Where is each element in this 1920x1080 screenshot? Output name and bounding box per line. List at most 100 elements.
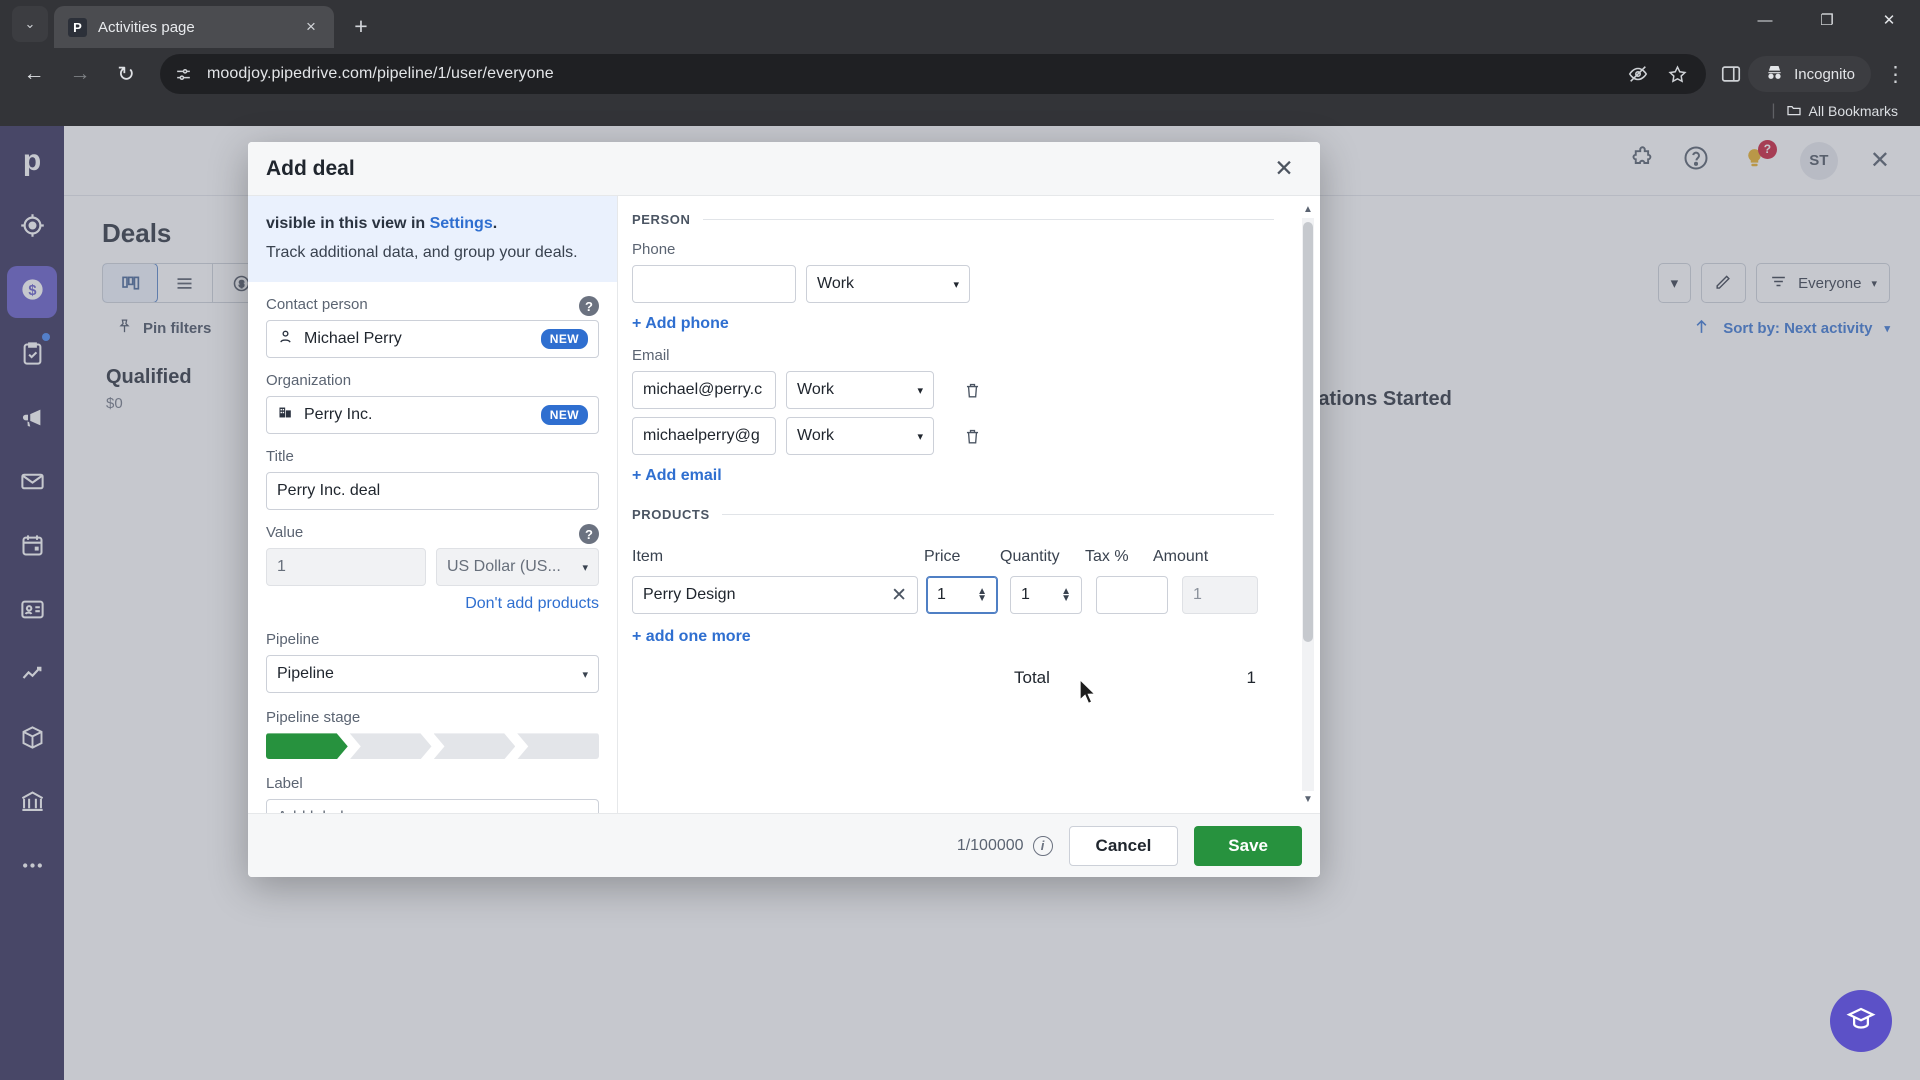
product-quantity-input[interactable]: 1 ▲ ▼ bbox=[1010, 576, 1082, 614]
sidebar-item-campaigns[interactable] bbox=[0, 388, 64, 452]
pipeline-selector[interactable]: ▾ bbox=[1657, 263, 1692, 303]
person-section-title: PERSON bbox=[632, 212, 691, 227]
sidebar-item-activities[interactable] bbox=[0, 324, 64, 388]
tab-close-icon[interactable]: × bbox=[298, 14, 324, 40]
tab-pipeline-view[interactable] bbox=[103, 264, 158, 302]
sidebar-item-calendar[interactable] bbox=[0, 516, 64, 580]
tab-search-button[interactable]: ⌄ bbox=[12, 6, 48, 42]
stage-segment-4[interactable] bbox=[517, 733, 599, 760]
all-bookmarks-item[interactable]: All Bookmarks bbox=[1786, 102, 1898, 121]
email-type-select-2[interactable]: Work ▾ bbox=[786, 417, 934, 455]
edit-pipeline-button[interactable] bbox=[1701, 263, 1747, 303]
clear-item-icon[interactable]: ✕ bbox=[891, 584, 907, 607]
settings-link[interactable]: Settings bbox=[430, 215, 493, 232]
contact-person-help-icon[interactable]: ? bbox=[579, 296, 599, 317]
deal-title-input[interactable]: Perry Inc. deal bbox=[266, 472, 599, 511]
browser-tab[interactable]: P Activities page × bbox=[54, 6, 334, 48]
pipeline-stage-bar[interactable] bbox=[266, 733, 599, 760]
back-icon[interactable]: ← bbox=[14, 54, 54, 94]
trash-icon[interactable] bbox=[960, 427, 984, 446]
stage-segment-2[interactable] bbox=[350, 733, 432, 759]
minimize-button[interactable]: — bbox=[1734, 0, 1796, 40]
window-controls: — ❐ ✕ bbox=[1734, 0, 1920, 48]
quantity-stepper[interactable]: ▲ ▼ bbox=[1061, 587, 1071, 604]
value-help-icon[interactable]: ? bbox=[579, 524, 599, 545]
phone-input[interactable] bbox=[632, 265, 796, 303]
tab-list-view[interactable] bbox=[157, 264, 213, 302]
organization-label: Organization bbox=[266, 372, 352, 390]
contact-person-input[interactable]: Michael Perry NEW bbox=[266, 320, 599, 359]
sidebar-item-leads-inbox[interactable] bbox=[0, 196, 64, 260]
puzzle-icon[interactable] bbox=[1629, 145, 1656, 177]
price-stepper[interactable]: ▲ ▼ bbox=[977, 587, 987, 604]
labels-select[interactable]: Add labels ▾ bbox=[266, 799, 599, 813]
site-settings-icon[interactable] bbox=[174, 65, 193, 84]
tip-banner: visible in this view in Settings. Track … bbox=[248, 196, 617, 283]
phone-type-select[interactable]: Work ▾ bbox=[806, 265, 970, 303]
info-icon[interactable]: i bbox=[1032, 835, 1053, 856]
avatar[interactable]: ST bbox=[1799, 141, 1838, 180]
lightbulb-notification[interactable]: ? bbox=[1736, 139, 1777, 180]
help-circle-icon[interactable] bbox=[1682, 144, 1710, 177]
scroll-up-arrow-icon[interactable]: ▲ bbox=[1302, 204, 1314, 215]
email-input-1[interactable]: michael@perry.c bbox=[632, 371, 776, 409]
value-label: Value bbox=[266, 524, 304, 542]
academy-fab-button[interactable] bbox=[1830, 990, 1892, 1052]
modal-scrollbar[interactable]: ▲ ▼ bbox=[1302, 204, 1314, 805]
sidebar-item-more[interactable] bbox=[0, 836, 64, 900]
pipeline-select[interactable]: Pipeline ▾ bbox=[266, 655, 599, 694]
scrollbar-thumb[interactable] bbox=[1303, 222, 1313, 642]
stage-segment-1[interactable] bbox=[266, 733, 348, 759]
close-panel-icon[interactable]: ✕ bbox=[1870, 146, 1890, 175]
new-tab-button[interactable]: + bbox=[344, 9, 378, 43]
sidebar-item-products[interactable] bbox=[0, 708, 64, 772]
pin-filters-button[interactable]: Pin filters bbox=[116, 318, 211, 339]
product-item-input[interactable]: Perry Design ✕ bbox=[632, 576, 918, 614]
currency-select[interactable]: US Dollar (US... ▾ bbox=[436, 548, 599, 587]
chevron-down-icon: ▾ bbox=[582, 812, 588, 814]
add-phone-link[interactable]: + Add phone bbox=[632, 315, 729, 333]
stage-segment-3[interactable] bbox=[434, 733, 516, 759]
cancel-button[interactable]: Cancel bbox=[1068, 825, 1179, 866]
email-type-select-1[interactable]: Work ▾ bbox=[786, 371, 934, 409]
sidebar-item-deals[interactable]: $ bbox=[0, 260, 64, 324]
close-icon[interactable]: ✕ bbox=[1266, 151, 1302, 187]
organization-input[interactable]: Perry Inc. NEW bbox=[266, 396, 599, 435]
side-panel-icon[interactable] bbox=[1720, 63, 1742, 85]
maximize-button[interactable]: ❐ bbox=[1796, 0, 1858, 40]
email-input-2[interactable]: michaelperry@g bbox=[632, 417, 776, 455]
calendar-icon bbox=[19, 532, 46, 564]
eye-off-icon[interactable] bbox=[1627, 63, 1649, 85]
sidebar-item-contacts[interactable] bbox=[0, 580, 64, 644]
scroll-down-arrow-icon[interactable]: ▼ bbox=[1302, 794, 1314, 805]
product-tax-input[interactable] bbox=[1096, 576, 1168, 614]
product-amount-value: 1 bbox=[1193, 586, 1202, 603]
incognito-indicator[interactable]: Incognito bbox=[1748, 56, 1871, 92]
app-sidebar: p $ bbox=[0, 126, 64, 1080]
address-bar[interactable]: moodjoy.pipedrive.com/pipeline/1/user/ev… bbox=[160, 54, 1707, 94]
reload-icon[interactable]: ↻ bbox=[106, 54, 146, 94]
forward-icon[interactable]: → bbox=[60, 54, 100, 94]
add-one-more-link[interactable]: + add one more bbox=[632, 628, 751, 646]
chart-line-icon bbox=[19, 660, 46, 692]
sidebar-item-insights[interactable] bbox=[0, 644, 64, 708]
sort-by-control[interactable]: Sort by: Next activity ▾ bbox=[1692, 317, 1890, 340]
organization-icon bbox=[277, 404, 294, 426]
character-counter: 1/100000 i bbox=[957, 835, 1053, 856]
kebab-menu-icon[interactable]: ⋮ bbox=[1877, 62, 1906, 87]
star-icon[interactable] bbox=[1667, 64, 1688, 85]
trash-icon[interactable] bbox=[960, 381, 984, 400]
deal-value-input[interactable]: 1 bbox=[266, 548, 426, 587]
close-window-button[interactable]: ✕ bbox=[1858, 0, 1920, 40]
contact-person-new-badge: NEW bbox=[540, 329, 588, 350]
save-button[interactable]: Save bbox=[1194, 825, 1302, 866]
user-filter-selector[interactable]: Everyone ▾ bbox=[1756, 263, 1890, 303]
sidebar-item-mail[interactable] bbox=[0, 452, 64, 516]
dont-add-products-link[interactable]: Don't add products bbox=[465, 595, 599, 612]
arrow-up-icon[interactable] bbox=[1692, 317, 1711, 340]
pipedrive-logo[interactable]: p bbox=[0, 126, 64, 196]
deals-dollar-icon: $ bbox=[19, 276, 46, 308]
sidebar-item-marketplace[interactable] bbox=[0, 772, 64, 836]
product-price-input[interactable]: 1 ▲ ▼ bbox=[926, 576, 998, 614]
add-email-link[interactable]: + Add email bbox=[632, 467, 722, 485]
